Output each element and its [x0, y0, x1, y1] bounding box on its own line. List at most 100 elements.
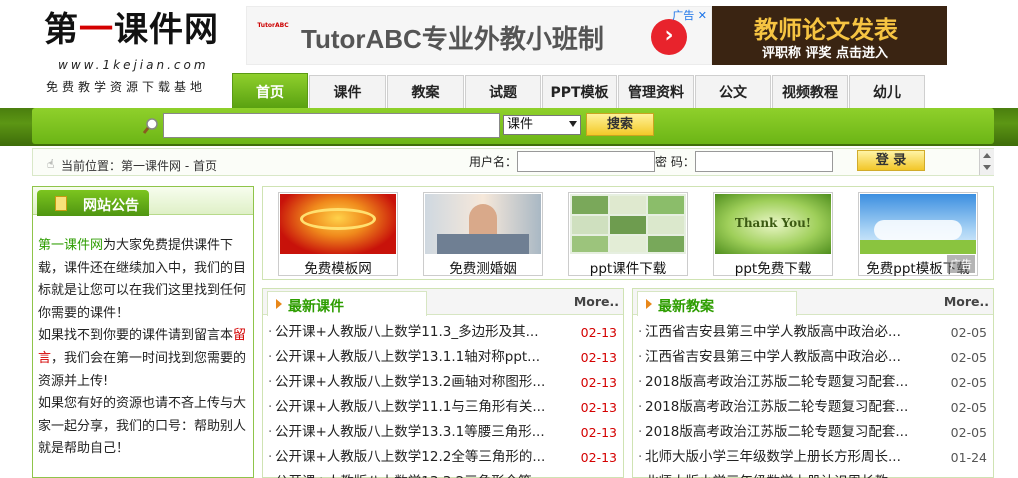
thumb-caption: ppt课件下载 [589, 261, 667, 277]
logo-title: 第一课件网 [44, 10, 219, 50]
thumbnail-ad-strip: 免费模板网 免费测婚姻 ppt课件下载 Thank You! ppt免费下载 免… [262, 186, 994, 280]
thumb-ppt-courseware[interactable]: ppt课件下载 [568, 192, 688, 277]
teacher-ad-headline: 教师论文发表 [754, 15, 898, 44]
bullet-icon: · [268, 349, 273, 365]
thumb-caption: 免费模板网 [304, 261, 372, 277]
thumb-free-ppt-templates[interactable]: 免费ppt模板下载 广告 [858, 192, 978, 277]
search-button[interactable]: 搜索 [586, 113, 654, 136]
item-title[interactable]: 江西省吉安县第三中学人教版高中政治必... [645, 320, 901, 345]
notice-header: 网站公告 [33, 187, 253, 216]
item-title[interactable]: 北师大版小学三年级数学上册长方形周长... [645, 445, 901, 470]
chevron-right-icon[interactable]: › [651, 19, 687, 55]
login-button[interactable]: 登 录 [857, 150, 925, 171]
list-item[interactable]: ·公开课+人教版八上数学13.3.2三角形全等... 02-13 [263, 470, 623, 478]
thumb-image [860, 194, 976, 254]
ad-badge[interactable]: 广告 ✕ [672, 7, 707, 23]
section-header: 最新教案 More.. [633, 289, 993, 316]
list-item[interactable]: · 公开课+人教版八上数学12.2全等三角形的... 02-13 [263, 445, 623, 470]
item-title[interactable]: 公开课+人教版八上数学13.3.1等腰三角形... [275, 420, 545, 445]
thumb-marriage-test[interactable]: 免费测婚姻 [423, 192, 543, 277]
list-item[interactable]: · 公开课+人教版八上数学11.3_多边形及其... 02-13 [263, 320, 623, 345]
list-item[interactable]: · 北师大版小学三年级数学上册长方形周长... 01-24 [633, 445, 993, 470]
section-title: 最新教案 [658, 299, 714, 315]
item-date: 02-05 [950, 375, 987, 390]
item-title[interactable]: 公开课+人教版八上数学11.3_多边形及其... [275, 320, 539, 345]
tab-exams[interactable]: 试题 [465, 75, 541, 109]
section-header: 最新课件 More.. [263, 289, 623, 316]
tab-ppt-templates[interactable]: PPT模板 [542, 75, 617, 109]
item-title[interactable]: 公开课+人教版八上数学13.2画轴对称图形... [275, 370, 545, 395]
bullet-icon: · [638, 449, 643, 465]
item-title[interactable]: 公开课+人教版八上数学13.1.1轴对称ppt... [275, 345, 540, 370]
document-icon [55, 196, 67, 211]
caret-down-icon [569, 121, 577, 127]
scroll-up-icon[interactable] [983, 153, 991, 158]
list-item[interactable]: · 2018版高考政治江苏版二轮专题复习配套... 02-05 [633, 395, 993, 420]
header: 第一课件网 www.1kejian.com 免费教学资源下载基地 TutorAB… [0, 0, 1018, 94]
tab-lesson-plans[interactable]: 教案 [387, 75, 464, 109]
item-title[interactable]: 江西省吉安县第三中学人教版高中政治必... [645, 345, 901, 370]
bullet-icon: · [638, 424, 643, 440]
item-title[interactable]: 2018版高考政治江苏版二轮专题复习配套... [645, 420, 908, 445]
bullet-icon: · [268, 424, 273, 440]
item-title[interactable]: 2018版高考政治江苏版二轮专题复习配套... [645, 395, 908, 420]
list-item[interactable]: · 公开课+人教版八上数学13.3.1等腰三角形... 02-13 [263, 420, 623, 445]
item-date: 02-13 [581, 470, 617, 478]
category-select[interactable]: 课件 [503, 115, 581, 135]
tab-home[interactable]: 首页 [232, 73, 308, 109]
tab-official-docs[interactable]: 公文 [695, 75, 771, 109]
site-link[interactable]: 第一课件网 [38, 238, 103, 253]
location-login-bar: ☝ 当前位置：第一课件网 - 首页 用户名： 密 码： 登 录 [32, 148, 994, 176]
section-tab: 最新课件 [267, 291, 427, 316]
item-date: 02-13 [580, 450, 617, 465]
tab-courseware[interactable]: 课件 [309, 75, 386, 109]
thumb-ppt-free[interactable]: Thank You! ppt免费下载 [713, 192, 833, 277]
list-item[interactable]: · 江西省吉安县第三中学人教版高中政治必... 02-05 [633, 320, 993, 345]
item-date: 02-05 [950, 350, 987, 365]
more-link[interactable]: More.. [574, 294, 619, 309]
item-title[interactable]: 2018版高考政治江苏版二轮专题复习配套... [645, 370, 908, 395]
item-title[interactable]: 公开课+人教版八上数学13.3.2三角形全等... [275, 470, 545, 478]
tab-management[interactable]: 管理资料 [618, 75, 694, 109]
item-date: 02-05 [950, 400, 987, 415]
bullet-icon: · [638, 349, 643, 365]
search-bar: 课件 搜索 [32, 108, 994, 144]
thumb-image [280, 194, 396, 254]
search-input[interactable] [163, 113, 500, 138]
search-band: 课件 搜索 [0, 108, 1018, 146]
tutorabc-ad-banner[interactable]: TutorABC TutorABC专业外教小班制 › 广告 ✕ [246, 6, 712, 65]
tab-preschool[interactable]: 幼儿 [849, 75, 925, 109]
bullet-icon: · [638, 399, 643, 415]
list-item[interactable]: · 公开课+人教版八上数学13.1.1轴对称ppt... 02-13 [263, 345, 623, 370]
list-item[interactable]: · 2018版高考政治江苏版二轮专题复习配套... 02-05 [633, 370, 993, 395]
notice-text-3: 如果您有好的资源也请不吝上传与大家一起分享，我们的口号：帮助别人就是帮助自己！ [38, 396, 247, 457]
bullet-icon: · [268, 374, 273, 390]
logo-url: www.1kejian.com [58, 58, 209, 72]
list-item[interactable]: · 江西省吉安县第三中学人教版高中政治必... 02-05 [633, 345, 993, 370]
bullet-icon: · [268, 449, 273, 465]
password-input[interactable] [695, 151, 833, 172]
item-date: 02-13 [580, 350, 617, 365]
notice-text-2b: ，我们会在第一时间找到您需要的资源并上传! [38, 350, 247, 389]
username-input[interactable] [517, 151, 655, 172]
section-title: 最新课件 [288, 299, 344, 315]
list-item[interactable]: · 2018版高考政治江苏版二轮专题复习配套... 02-05 [633, 420, 993, 445]
item-title[interactable]: 公开课+人教版八上数学11.1与三角形有关... [275, 395, 545, 420]
more-link[interactable]: More.. [944, 294, 989, 309]
bullet-icon: · [268, 399, 273, 415]
list-item[interactable]: · 公开课+人教版八上数学11.1与三角形有关... 02-13 [263, 395, 623, 420]
bullet-icon: · [268, 324, 273, 340]
site-logo[interactable]: 第一课件网 www.1kejian.com 免费教学资源下载基地 [44, 10, 224, 94]
scroll-control[interactable] [979, 149, 994, 175]
list-item[interactable]: ·北师大版小学三年级数学上册认识周长教... 01-24 [633, 470, 993, 478]
thumb-free-templates[interactable]: 免费模板网 [278, 192, 398, 277]
item-title[interactable]: 公开课+人教版八上数学12.2全等三角形的... [275, 445, 545, 470]
teacher-paper-ad-banner[interactable]: 教师论文发表 评职称 评奖 点击进入 [712, 6, 947, 65]
hand-pointer-icon: ☝ [47, 157, 55, 171]
tab-video-tutorials[interactable]: 视频教程 [772, 75, 848, 109]
list-item[interactable]: · 公开课+人教版八上数学13.2画轴对称图形... 02-13 [263, 370, 623, 395]
username-label: 用户名： [469, 155, 518, 169]
ad-badge: 广告 [947, 255, 975, 273]
scroll-down-icon[interactable] [983, 165, 991, 170]
item-title[interactable]: 北师大版小学三年级数学上册认识周长教... [645, 470, 901, 478]
